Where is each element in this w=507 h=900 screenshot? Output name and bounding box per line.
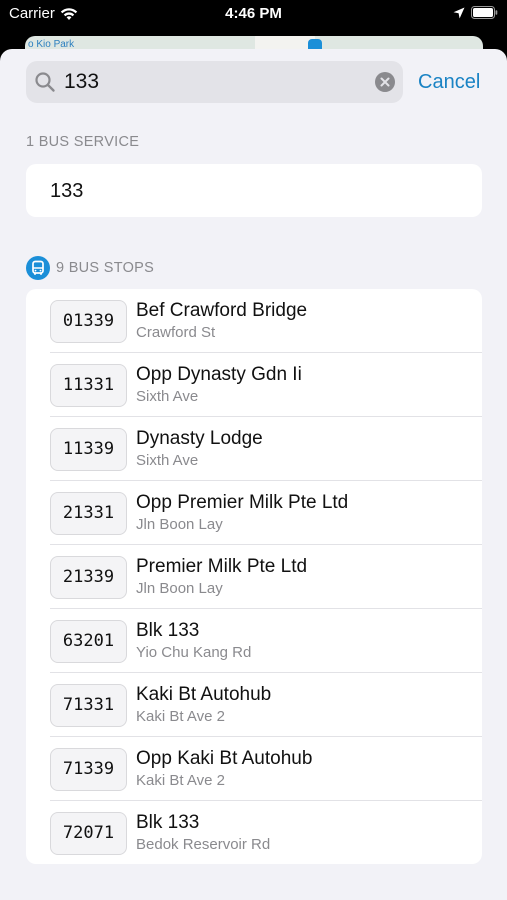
status-bar: Carrier 4:46 PM xyxy=(0,0,507,30)
bus-stop-code: 63201 xyxy=(50,620,127,663)
cancel-button[interactable]: Cancel xyxy=(418,70,480,94)
bus-stop-row[interactable]: 21339 Premier Milk Pte Ltd Jln Boon Lay xyxy=(26,545,482,609)
bus-stop-name: Blk 133 xyxy=(136,620,200,641)
bus-stop-road: Bedok Reservoir Rd xyxy=(136,836,271,853)
bus-stop-name: Opp Premier Milk Pte Ltd xyxy=(136,492,349,513)
bus-stop-road: Kaki Bt Ave 2 xyxy=(136,708,225,725)
location-arrow-icon xyxy=(453,7,465,18)
battery-icon xyxy=(471,6,498,19)
bus-stop-row[interactable]: 72071 Blk 133 Bedok Reservoir Rd xyxy=(26,801,482,864)
bus-stop-road: Crawford St xyxy=(136,324,216,341)
bus-services-header: 1 BUS SERVICE xyxy=(26,134,139,150)
bus-stop-code: 71339 xyxy=(50,748,127,791)
bus-stop-code: 01339 xyxy=(50,300,127,343)
bus-stop-row[interactable]: 71331 Kaki Bt Autohub Kaki Bt Ave 2 xyxy=(26,673,482,737)
search-input[interactable]: 133 xyxy=(64,70,99,94)
search-icon xyxy=(35,72,55,92)
status-time: 4:46 PM xyxy=(225,5,282,22)
bus-stop-name: Opp Dynasty Gdn Ii xyxy=(136,364,302,385)
bus-service-item[interactable]: 133 xyxy=(26,164,482,217)
bus-stop-row[interactable]: 71339 Opp Kaki Bt Autohub Kaki Bt Ave 2 xyxy=(26,737,482,801)
bus-stops-header-label: 9 BUS STOPS xyxy=(56,260,155,276)
bus-stop-code: 11339 xyxy=(50,428,127,471)
bus-stop-row[interactable]: 21331 Opp Premier Milk Pte Ltd Jln Boon … xyxy=(26,481,482,545)
bus-stop-road: Jln Boon Lay xyxy=(136,516,223,533)
bus-stop-row[interactable]: 01339 Bef Crawford Bridge Crawford St xyxy=(26,289,482,353)
bus-icon xyxy=(26,256,50,280)
bus-stop-name: Opp Kaki Bt Autohub xyxy=(136,748,313,769)
bus-stops-list: 01339 Bef Crawford Bridge Crawford St 11… xyxy=(26,289,482,864)
bus-stop-name: Premier Milk Pte Ltd xyxy=(136,556,308,577)
search-sheet: 133 Cancel 1 BUS SERVICE 133 9 BUS STOPS xyxy=(0,49,507,900)
bus-stop-code: 71331 xyxy=(50,684,127,727)
bus-stop-road: Sixth Ave xyxy=(136,452,199,469)
bus-stop-row[interactable]: 63201 Blk 133 Yio Chu Kang Rd xyxy=(26,609,482,673)
bus-stop-row[interactable]: 11331 Opp Dynasty Gdn Ii Sixth Ave xyxy=(26,353,482,417)
bus-stop-code: 72071 xyxy=(50,812,127,855)
bus-services-header-label: 1 BUS SERVICE xyxy=(26,134,140,150)
bus-stop-name: Blk 133 xyxy=(136,812,200,833)
bus-stop-road: Sixth Ave xyxy=(136,388,199,405)
bus-stops-header: 9 BUS STOPS xyxy=(26,256,154,280)
search-field[interactable]: 133 xyxy=(26,61,403,103)
bus-stop-code: 21331 xyxy=(50,492,127,535)
bus-service-number: 133 xyxy=(50,180,84,202)
search-row: 133 Cancel xyxy=(26,61,482,103)
bus-stop-name: Bef Crawford Bridge xyxy=(136,300,308,321)
clear-icon[interactable] xyxy=(375,72,395,92)
status-right xyxy=(453,6,498,19)
bus-stop-code: 11331 xyxy=(50,364,127,407)
bus-stop-road: Jln Boon Lay xyxy=(136,580,223,597)
bus-stop-road: Kaki Bt Ave 2 xyxy=(136,772,225,789)
bus-stop-name: Kaki Bt Autohub xyxy=(136,684,272,705)
bus-stop-name: Dynasty Lodge xyxy=(136,428,263,449)
bus-stop-road: Yio Chu Kang Rd xyxy=(136,644,252,661)
bus-stop-row[interactable]: 11339 Dynasty Lodge Sixth Ave xyxy=(26,417,482,481)
bus-stop-code: 21339 xyxy=(50,556,127,599)
